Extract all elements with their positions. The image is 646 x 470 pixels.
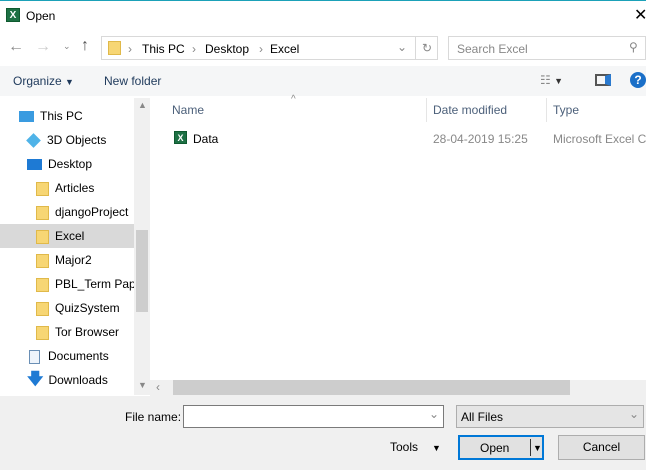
sidebar-item-this-pc[interactable]: This PC — [0, 104, 134, 128]
cancel-button[interactable]: Cancel — [558, 435, 645, 460]
refresh-button[interactable]: ↻ — [415, 37, 438, 59]
back-button[interactable]: ← — [8, 38, 24, 56]
view-options-button[interactable]: ☷ ▼ — [540, 73, 563, 87]
cube-icon — [26, 133, 41, 149]
close-button[interactable]: ✕ — [634, 5, 646, 25]
search-input[interactable]: Search Excel ⚲ — [448, 36, 646, 60]
new-folder-button[interactable]: New folder — [104, 74, 161, 88]
column-header-name[interactable]: Name — [172, 103, 204, 117]
folder-icon — [36, 205, 49, 220]
file-date: 28-04-2019 15:25 — [433, 132, 528, 146]
chevron-down-icon[interactable]: ⌄ — [429, 407, 439, 421]
column-headers: ^ Name Date modified Type — [150, 94, 646, 122]
help-button[interactable]: ? — [630, 72, 646, 88]
window-top-border — [0, 0, 646, 1]
breadcrumb-desktop[interactable]: Desktop — [205, 42, 249, 56]
preview-pane-button[interactable] — [595, 74, 611, 86]
folder-icon — [36, 181, 49, 196]
folder-icon — [36, 325, 49, 340]
folder-icon — [36, 277, 49, 292]
sidebar-item-pbl-term-paper[interactable]: PBL_Term Paper — [0, 272, 134, 296]
documents-icon — [29, 349, 40, 364]
scrollbar-thumb[interactable] — [173, 380, 570, 395]
download-icon: 🡇 — [27, 371, 44, 388]
sidebar-item-desktop[interactable]: Desktop — [0, 152, 134, 176]
sidebar-scrollbar[interactable]: ▲ ▼ — [134, 98, 150, 395]
open-button[interactable]: Open ▼ — [458, 435, 544, 460]
sidebar-item-3d-objects[interactable]: 3D Objects — [0, 128, 134, 152]
tools-button[interactable]: Tools ▼ — [390, 440, 441, 454]
scrollbar-thumb[interactable] — [136, 230, 148, 312]
horizontal-scrollbar[interactable]: ‹ — [150, 380, 646, 396]
folder-icon — [108, 41, 121, 55]
breadcrumb-excel[interactable]: Excel — [270, 42, 299, 56]
excel-file-icon: X — [174, 131, 187, 144]
open-dropdown-icon[interactable]: ▼ — [533, 437, 542, 459]
sidebar-item-major2[interactable]: Major2 — [0, 248, 134, 272]
file-type-select[interactable]: All Files ⌄ — [456, 405, 644, 428]
desktop-icon — [27, 159, 42, 171]
computer-icon — [19, 111, 34, 123]
folder-icon — [36, 301, 49, 316]
sidebar-item-excel[interactable]: Excel — [0, 224, 134, 248]
column-header-type[interactable]: Type — [553, 103, 579, 117]
organize-button[interactable]: Organize ▼ — [13, 74, 74, 88]
sidebar-item-documents[interactable]: Documents — [0, 344, 134, 368]
sort-ascending-icon: ^ — [291, 94, 296, 105]
sidebar-item-quizsystem[interactable]: QuizSystem — [0, 296, 134, 320]
folder-icon — [36, 229, 49, 244]
file-row[interactable]: X Data 28-04-2019 15:25 Microsoft Excel … — [150, 127, 646, 149]
column-header-date-modified[interactable]: Date modified — [433, 103, 507, 117]
file-name: Data — [193, 132, 219, 146]
forward-button[interactable]: → — [35, 38, 51, 56]
sidebar-item-tor-browser[interactable]: Tor Browser — [0, 320, 134, 344]
breadcrumb-this-pc[interactable]: This PC — [142, 42, 185, 56]
chevron-down-icon: ⌄ — [629, 407, 640, 421]
file-type: Microsoft Excel C... — [553, 132, 646, 146]
window-title: Open — [26, 9, 56, 23]
sidebar-item-downloads[interactable]: 🡇 Downloads — [0, 368, 134, 392]
up-button[interactable]: ↑ — [81, 37, 89, 55]
address-bar[interactable]: › This PC › Desktop › Excel ⌄ ↻ — [101, 36, 438, 60]
excel-icon: X — [6, 8, 20, 22]
navigation-pane: This PC 3D Objects Desktop Articles djan… — [0, 98, 134, 395]
recent-locations-button[interactable]: ⌄ — [63, 41, 71, 52]
sidebar-item-djangoproject[interactable]: djangoProject — [0, 200, 134, 224]
folder-icon — [36, 253, 49, 268]
address-dropdown-icon[interactable]: ⌄ — [397, 40, 407, 54]
file-name-input[interactable]: ⌄ — [183, 405, 444, 428]
file-name-label: File name: — [125, 410, 182, 424]
search-icon: ⚲ — [629, 40, 638, 54]
sidebar-item-articles[interactable]: Articles — [0, 176, 134, 200]
